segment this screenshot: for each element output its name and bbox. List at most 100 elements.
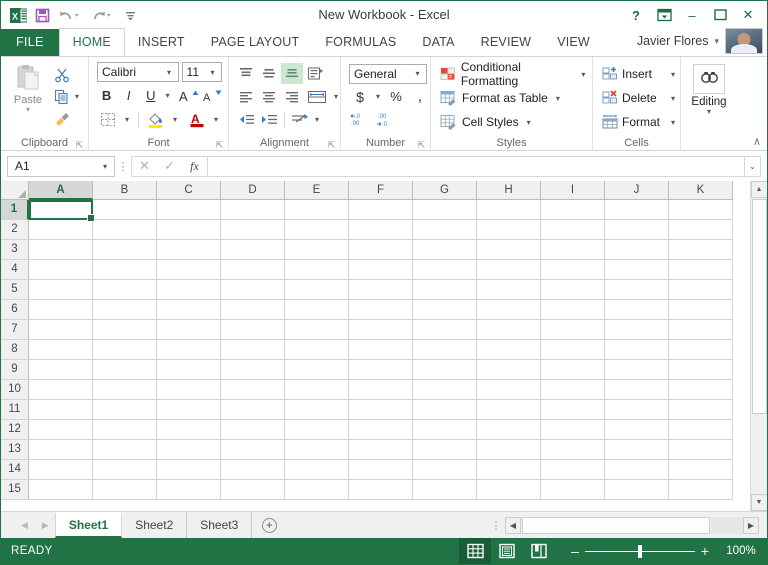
cell-A15[interactable] <box>29 480 93 500</box>
save-icon[interactable] <box>31 4 53 26</box>
cell-D12[interactable] <box>221 420 285 440</box>
chevron-down-icon[interactable]: ▾ <box>553 94 563 103</box>
format-cells-button[interactable]: Format ▾ <box>602 110 678 134</box>
cell-F3[interactable] <box>349 240 413 260</box>
cell-F12[interactable] <box>349 420 413 440</box>
center-align-button[interactable] <box>258 86 280 107</box>
cell-E2[interactable] <box>285 220 349 240</box>
cell-E14[interactable] <box>285 460 349 480</box>
formula-input[interactable] <box>207 155 745 177</box>
cell-F15[interactable] <box>349 480 413 500</box>
sheet-tab-sheet2[interactable]: Sheet2 <box>122 512 188 538</box>
cell-H5[interactable] <box>477 280 541 300</box>
cell-G5[interactable] <box>413 280 477 300</box>
cell-I1[interactable] <box>541 200 605 220</box>
cell-B4[interactable] <box>93 260 157 280</box>
cell-I12[interactable] <box>541 420 605 440</box>
cell-D6[interactable] <box>221 300 285 320</box>
horizontal-scroll-thumb[interactable] <box>522 516 710 534</box>
minimize-button[interactable]: – <box>679 3 705 27</box>
maximize-button[interactable] <box>707 3 733 27</box>
cell-G12[interactable] <box>413 420 477 440</box>
cell-J4[interactable] <box>605 260 669 280</box>
cell-F13[interactable] <box>349 440 413 460</box>
user-account[interactable]: Javier Flores ▾ <box>637 28 767 56</box>
cell-J12[interactable] <box>605 420 669 440</box>
cell-G15[interactable] <box>413 480 477 500</box>
cell-I14[interactable] <box>541 460 605 480</box>
chevron-down-icon[interactable]: ▾ <box>211 115 221 124</box>
cell-B15[interactable] <box>93 480 157 500</box>
increase-indent-button[interactable] <box>258 109 280 130</box>
row-header-14[interactable]: 14 <box>1 460 29 480</box>
cell-B7[interactable] <box>93 320 157 340</box>
tab-insert[interactable]: INSERT <box>125 29 198 56</box>
underline-button[interactable]: U <box>141 85 160 106</box>
plus-icon[interactable]: + <box>261 517 277 533</box>
row-header-4[interactable]: 4 <box>1 260 29 280</box>
cell-C11[interactable] <box>157 400 221 420</box>
active-cell[interactable] <box>29 200 95 222</box>
row-header-2[interactable]: 2 <box>1 220 29 240</box>
cell-C10[interactable] <box>157 380 221 400</box>
font-name-input[interactable]: Calibri ▾ <box>97 62 179 82</box>
chevron-down-icon[interactable]: ▾ <box>331 92 341 101</box>
column-header-J[interactable]: J <box>605 181 669 200</box>
chevron-down-icon[interactable]: ▾ <box>668 94 678 103</box>
row-header-9[interactable]: 9 <box>1 360 29 380</box>
cell-I13[interactable] <box>541 440 605 460</box>
cell-F14[interactable] <box>349 460 413 480</box>
zoom-level-label[interactable]: 100% <box>715 545 767 557</box>
cell-A14[interactable] <box>29 460 93 480</box>
cell-H14[interactable] <box>477 460 541 480</box>
cell-J8[interactable] <box>605 340 669 360</box>
cell-A4[interactable] <box>29 260 93 280</box>
cell-F4[interactable] <box>349 260 413 280</box>
collapse-ribbon-icon[interactable]: ∧ <box>753 135 761 148</box>
cell-K9[interactable] <box>669 360 733 380</box>
column-header-B[interactable]: B <box>93 181 157 200</box>
cell-G7[interactable] <box>413 320 477 340</box>
cell-H11[interactable] <box>477 400 541 420</box>
cell-C15[interactable] <box>157 480 221 500</box>
chevron-down-icon[interactable]: ▾ <box>668 118 678 127</box>
cell-G9[interactable] <box>413 360 477 380</box>
select-all-button[interactable] <box>1 181 29 200</box>
percent-format-button[interactable]: % <box>385 86 407 107</box>
cell-G11[interactable] <box>413 400 477 420</box>
column-header-A[interactable]: A <box>29 181 93 200</box>
cell-B10[interactable] <box>93 380 157 400</box>
row-header-1[interactable]: 1 <box>1 200 29 220</box>
align-left-button[interactable] <box>235 86 257 107</box>
cell-E3[interactable] <box>285 240 349 260</box>
cell-I8[interactable] <box>541 340 605 360</box>
cell-H9[interactable] <box>477 360 541 380</box>
cell-D10[interactable] <box>221 380 285 400</box>
cell-C9[interactable] <box>157 360 221 380</box>
tab-review[interactable]: REVIEW <box>468 29 545 56</box>
clipboard-dialog-launcher-icon[interactable]: ⇱ <box>75 141 84 150</box>
scroll-right-icon[interactable]: ▶ <box>743 516 759 534</box>
chevron-down-icon[interactable]: ▾ <box>668 70 678 79</box>
decrease-decimal-button[interactable]: .00 .0 <box>375 109 399 130</box>
wrap-text-button[interactable] <box>289 109 311 130</box>
column-header-D[interactable]: D <box>221 181 285 200</box>
cell-B1[interactable] <box>93 200 157 220</box>
row-header-5[interactable]: 5 <box>1 280 29 300</box>
cell-G13[interactable] <box>413 440 477 460</box>
tab-file[interactable]: FILE <box>1 29 59 56</box>
horizontal-scrollbar[interactable]: ◀ ▶ <box>505 512 767 538</box>
ribbon-display-options-icon[interactable] <box>651 3 677 27</box>
sheet-tab-sheet1[interactable]: Sheet1 <box>54 512 123 538</box>
cell-A10[interactable] <box>29 380 93 400</box>
chevron-down-icon[interactable]: ▾ <box>524 118 534 127</box>
cell-H4[interactable] <box>477 260 541 280</box>
tab-formulas[interactable]: FORMULAS <box>312 29 409 56</box>
paste-button[interactable]: Paste ▾ <box>5 60 51 136</box>
row-header-11[interactable]: 11 <box>1 400 29 420</box>
cell-I5[interactable] <box>541 280 605 300</box>
cell-E5[interactable] <box>285 280 349 300</box>
cell-F11[interactable] <box>349 400 413 420</box>
row-header-13[interactable]: 13 <box>1 440 29 460</box>
cell-H12[interactable] <box>477 420 541 440</box>
